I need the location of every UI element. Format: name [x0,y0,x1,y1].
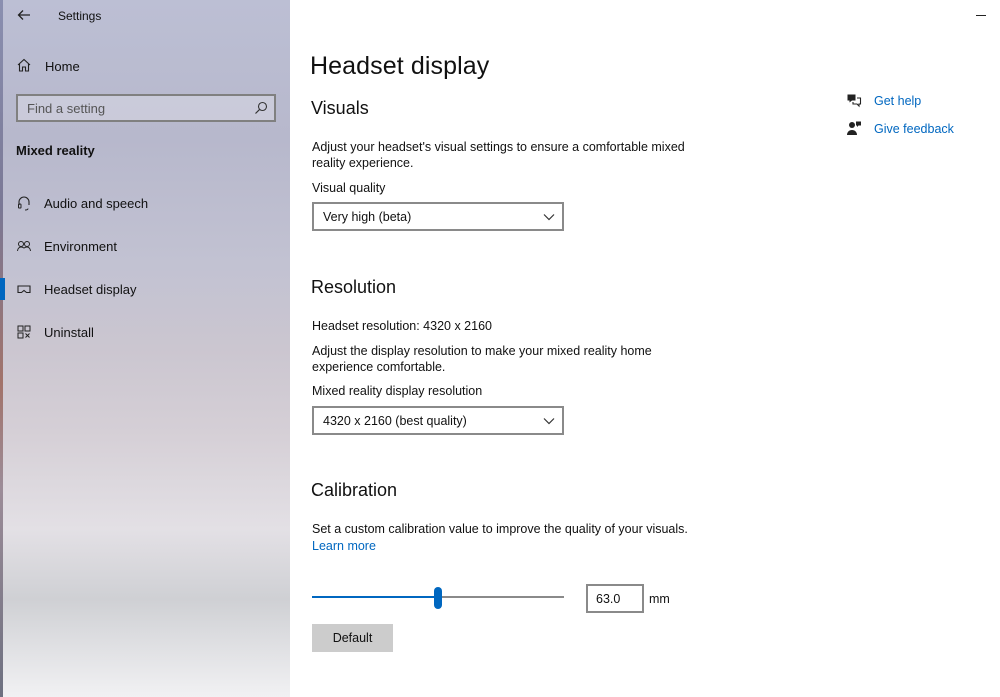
arrow-left-icon [17,10,30,20]
title-bar: Settings [0,0,290,30]
chevron-down-icon [543,214,555,221]
slider-thumb[interactable] [434,587,442,609]
slider-fill [312,596,438,598]
main-content: Headset display Visuals Adjust your head… [290,0,1000,697]
give-feedback-icon [847,121,861,135]
display-resolution-dropdown[interactable]: 4320 x 2160 (best quality) [312,406,564,435]
resolution-description: Adjust the display resolution to make yo… [312,344,652,374]
give-feedback-link[interactable]: Give feedback [846,118,996,140]
sidebar-item-headset-display[interactable]: Headset display [0,274,290,304]
search-icon[interactable] [254,101,268,115]
sidebar: Settings Home Mixed reality Audio and sp… [0,0,290,697]
learn-more-link[interactable]: Learn more [312,539,376,553]
minimize-button[interactable] [974,8,988,22]
app-title: Settings [58,9,102,23]
back-button[interactable] [14,6,34,24]
search-input[interactable] [18,96,248,120]
sidebar-item-label: Environment [44,239,117,254]
visual-quality-dropdown[interactable]: Very high (beta) [312,202,564,231]
search-box[interactable] [16,94,276,122]
sidebar-item-label: Audio and speech [44,196,149,211]
visuals-heading: Visuals [311,98,369,118]
sidebar-item-label: Home [45,59,80,74]
display-resolution-value: 4320 x 2160 (best quality) [323,414,467,428]
calibration-description: Set a custom calibration value to improv… [312,522,688,536]
give-feedback-label: Give feedback [874,122,954,136]
home-icon [17,58,31,72]
calibration-value-box[interactable] [586,584,644,613]
sidebar-item-label: Headset display [44,282,137,297]
unit-label: mm [649,592,670,606]
get-help-label: Get help [874,94,922,108]
environment-icon [17,241,31,252]
visual-quality-value: Very high (beta) [323,210,412,224]
headset-icon [18,196,30,211]
sidebar-item-environment[interactable]: Environment [0,231,290,261]
get-help-link[interactable]: Get help [846,90,996,112]
sidebar-item-uninstall[interactable]: Uninstall [0,317,290,347]
chevron-down-icon [543,418,555,425]
calibration-heading: Calibration [311,480,398,500]
sidebar-item-audio-and-speech[interactable]: Audio and speech [0,188,290,218]
resolution-heading: Resolution [311,277,397,297]
visual-quality-label: Visual quality [312,181,386,195]
section-label: Mixed reality [16,143,95,158]
sidebar-item-home[interactable]: Home [0,52,290,80]
get-help-icon [847,94,862,108]
headset-resolution-text: Headset resolution: 4320 x 2160 [312,319,492,333]
calibration-value-input[interactable] [588,586,642,611]
headset-display-icon [17,285,31,294]
visuals-description: Adjust your headset's visual settings to… [312,140,685,170]
display-resolution-label: Mixed reality display resolution [312,384,483,398]
default-button[interactable]: Default [312,624,393,652]
uninstall-icon [17,325,31,339]
sidebar-item-label: Uninstall [44,325,94,340]
page-title: Headset display [310,52,490,80]
calibration-slider[interactable] [312,585,564,609]
